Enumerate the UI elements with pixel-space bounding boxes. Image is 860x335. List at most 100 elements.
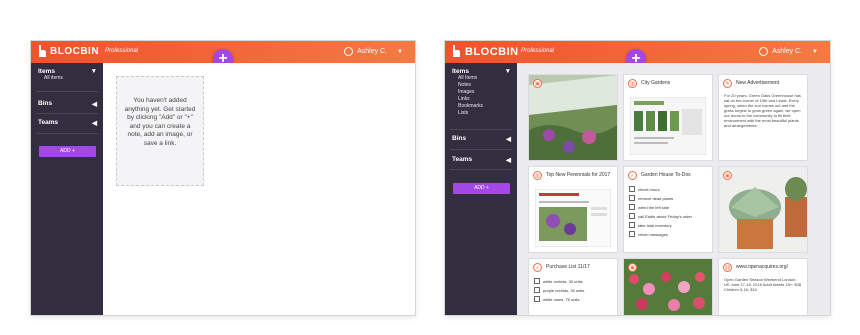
card-title: Purchase List 11/17	[546, 264, 590, 270]
sidebar-item-images[interactable]: Images	[458, 89, 511, 96]
sidebar-item-all-items[interactable]: All items	[44, 75, 97, 82]
brand-name: BLOCBIN	[50, 46, 100, 57]
purchase-item[interactable]: white orchids, 30 units	[534, 278, 612, 284]
user-name: Ashley C.	[357, 48, 388, 55]
app-window-filled: BLOCBIN Professional Ashley C. ▼ + Items…	[445, 41, 830, 315]
sidebar-bins-title: Bins	[38, 100, 53, 107]
bookmark-badge-icon: ▥	[533, 170, 542, 180]
sidebar-item-lists[interactable]: Lists	[458, 110, 511, 117]
user-avatar-icon	[344, 47, 354, 56]
bookmark-badge-icon: ▥	[628, 78, 637, 88]
chevron-down-icon: ▼	[90, 68, 97, 75]
caret-down-icon: ▼	[812, 48, 818, 55]
user-menu[interactable]: Ashley C. ▼	[344, 47, 403, 56]
sidebar-items-section[interactable]: Items ▼ All Items Notes Images Links Book…	[452, 68, 511, 117]
todo-item[interactable]: check hours	[629, 186, 707, 192]
sidebar-teams-section[interactable]: Teams ◀	[452, 156, 511, 164]
card-title: www.openacquires.org/	[736, 264, 788, 270]
add-button[interactable]: ADD +	[39, 146, 96, 157]
list-card-purchase[interactable]: ✓ Purchase List 11/17 white orchids, 30 u…	[529, 259, 617, 315]
image-card-greenhouse[interactable]: ▣	[529, 75, 617, 160]
image-card-flowers[interactable]: ▣	[624, 259, 712, 315]
plan-tier: Professional	[521, 48, 555, 54]
todo-item[interactable]: weed the left side	[629, 204, 707, 210]
link-body: Open Garden Season Weekend London, UK Ju…	[724, 277, 802, 292]
list-card-garden-todos[interactable]: ✓ Garden House To-Dos check hours remove …	[624, 167, 712, 252]
image-badge-icon: ▣	[628, 263, 637, 272]
main-content: You haven't added anything yet. Get star…	[103, 63, 415, 315]
chevron-left-icon: ◀	[506, 157, 511, 164]
image-card-succulent[interactable]: ▣	[719, 167, 807, 252]
checkbox-icon[interactable]	[629, 231, 635, 237]
checkbox-icon[interactable]	[629, 186, 635, 192]
checkbox-icon[interactable]	[534, 287, 540, 293]
sidebar-item-notes[interactable]: Notes	[458, 82, 511, 89]
purchase-item[interactable]: purple orchids, 30 units	[534, 287, 612, 293]
chevron-left-icon: ◀	[92, 120, 97, 127]
app-window-empty: BLOCBIN Professional Ashley C. ▼ + Items…	[31, 41, 415, 315]
divider	[36, 113, 98, 114]
sidebar-items-title: Items	[38, 68, 55, 75]
note-badge-icon: ✎	[723, 78, 732, 88]
image-badge-icon: ▣	[533, 79, 542, 88]
card-title: City Gardens	[641, 80, 671, 86]
link-card-city-gardens[interactable]: ▥ City Gardens	[624, 75, 712, 160]
checkbox-icon[interactable]	[629, 204, 635, 210]
user-name: Ashley C.	[772, 48, 803, 55]
image-badge-icon: ▣	[723, 171, 732, 180]
sidebar-bins-title: Bins	[452, 135, 467, 142]
sidebar: Items ▼ All items Bins ◀ Teams ◀ ADD +	[31, 63, 103, 315]
main-content: ▣ ▥ City Gardens ✎ New Advertisement For 2…	[517, 63, 830, 315]
empty-state-card[interactable]: You haven't added anything yet. Get star…	[116, 76, 204, 186]
website-preview	[535, 189, 611, 247]
blocbin-logo-icon	[39, 45, 46, 57]
sidebar-teams-section[interactable]: Teams ◀	[38, 119, 97, 127]
user-avatar-icon	[759, 47, 769, 56]
sidebar: Items ▼ All Items Notes Images Links Book…	[445, 63, 517, 315]
card-title: Top New Perennials for 2017	[546, 172, 611, 178]
checklist-badge-icon: ✓	[533, 262, 542, 272]
checkbox-icon[interactable]	[629, 213, 635, 219]
sidebar-teams-title: Teams	[38, 119, 59, 126]
checkbox-icon[interactable]	[629, 222, 635, 228]
caret-down-icon: ▼	[397, 48, 403, 55]
website-preview	[630, 97, 706, 155]
chevron-left-icon: ◀	[506, 136, 511, 143]
sidebar-item-bookmarks[interactable]: Bookmarks	[458, 103, 511, 110]
link-card-perennials[interactable]: ▥ Top New Perennials for 2017	[529, 167, 617, 252]
note-card-new-advertisement[interactable]: ✎ New Advertisement For 20 years, Green O…	[719, 75, 807, 160]
sidebar-bins-section[interactable]: Bins ◀	[452, 135, 511, 143]
checklist-badge-icon: ✓	[628, 170, 637, 180]
todo-item[interactable]: return messages	[629, 231, 707, 237]
link-badge-icon: ⛓	[723, 262, 732, 272]
checkbox-icon[interactable]	[629, 195, 635, 201]
card-title: Garden House To-Dos	[641, 172, 691, 178]
todo-item[interactable]: take total inventory	[629, 222, 707, 228]
flowers-photo	[624, 259, 712, 315]
divider	[450, 169, 512, 170]
divider	[36, 91, 98, 92]
plan-tier: Professional	[105, 48, 139, 54]
divider	[450, 129, 512, 130]
add-button[interactable]: ADD +	[453, 183, 510, 194]
sidebar-item-all-items[interactable]: All Items	[458, 75, 511, 82]
checkbox-icon[interactable]	[534, 296, 540, 302]
todo-item[interactable]: call Eddie about Friday's order	[629, 213, 707, 219]
sidebar-bins-section[interactable]: Bins ◀	[38, 100, 97, 108]
todo-item[interactable]: remove dead plants	[629, 195, 707, 201]
chevron-down-icon: ▼	[504, 68, 511, 75]
succulent-photo	[719, 167, 807, 252]
user-menu[interactable]: Ashley C. ▼	[759, 47, 818, 56]
chevron-left-icon: ◀	[92, 101, 97, 108]
blocbin-logo-icon	[453, 45, 460, 57]
checkbox-icon[interactable]	[534, 278, 540, 284]
note-body: For 20 years, Green Oaks Greenhouse has …	[724, 93, 801, 128]
greenhouse-photo	[529, 75, 617, 160]
purchase-item[interactable]: white roses, 75 units	[534, 296, 612, 302]
sidebar-teams-title: Teams	[452, 156, 473, 163]
link-card-openacquires[interactable]: ⛓ www.openacquires.org/ Open Garden Seaso…	[719, 259, 807, 315]
sidebar-item-links[interactable]: Links	[458, 96, 511, 103]
sidebar-items-section[interactable]: Items ▼ All items	[38, 68, 97, 82]
divider	[36, 133, 98, 134]
sidebar-items-title: Items	[452, 68, 469, 75]
